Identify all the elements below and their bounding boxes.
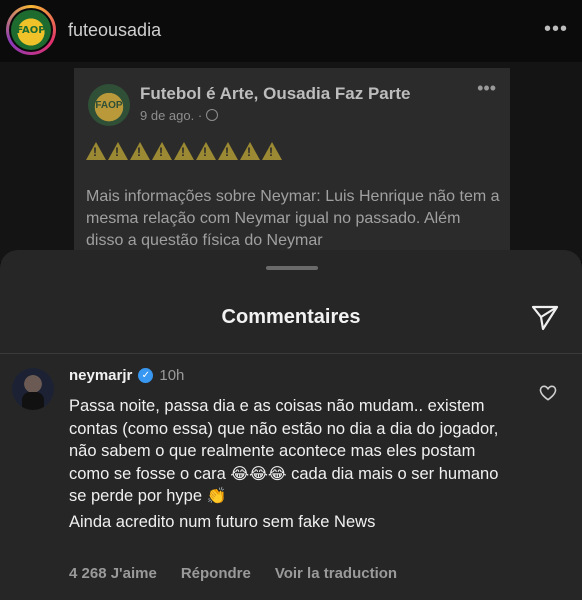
laughing-emoji-icon: 😂😂😂 bbox=[230, 463, 287, 483]
sheet-title: Commentaires bbox=[221, 306, 361, 328]
sheet-divider bbox=[0, 353, 582, 354]
comments-sheet: Commentaires neymarjr ✓ 10h Passa noite,… bbox=[0, 250, 582, 600]
embedded-date: 9 de ago. · bbox=[140, 108, 219, 123]
warning-emoji-icon bbox=[152, 142, 172, 160]
comment-header: neymarjr ✓ 10h bbox=[69, 367, 184, 384]
embedded-title: Futebol é Arte, Ousadia Faz Parte bbox=[140, 84, 411, 103]
warning-emoji-icon bbox=[240, 142, 260, 160]
warning-emoji-icon bbox=[130, 142, 150, 160]
clap-emoji-icon: 👏 bbox=[206, 486, 227, 505]
warning-emoji-icon bbox=[174, 142, 194, 160]
send-icon[interactable] bbox=[530, 302, 560, 332]
warning-emoji-icon bbox=[108, 142, 128, 160]
avatar-logo: FAOP bbox=[11, 10, 51, 50]
comment-paragraph-1: Passa noite, passa dia e as coisas não m… bbox=[69, 397, 499, 505]
comment-body: Passa noite, passa dia e as coisas não m… bbox=[69, 395, 509, 533]
globe-icon bbox=[206, 109, 219, 121]
comment-avatar[interactable] bbox=[12, 368, 54, 410]
warning-emoji-icon bbox=[218, 142, 238, 160]
embedded-logo: FAOP bbox=[88, 84, 130, 126]
embedded-text: Mais informações sobre Neymar: Luis Henr… bbox=[86, 188, 500, 249]
comment-username[interactable]: neymarjr bbox=[69, 367, 132, 384]
reply-button[interactable]: Répondre bbox=[181, 565, 251, 582]
warning-emoji-icon bbox=[86, 142, 106, 160]
embedded-more-icon: ••• bbox=[477, 78, 496, 98]
embedded-post-image: FAOP Futebol é Arte, Ousadia Faz Parte 9… bbox=[74, 68, 510, 268]
comment-paragraph-2: Ainda acredito num futuro sem fake News bbox=[69, 512, 376, 531]
warning-emoji-icon bbox=[196, 142, 216, 160]
translate-button[interactable]: Voir la traduction bbox=[275, 565, 397, 582]
profile-avatar[interactable]: FAOP bbox=[6, 5, 56, 55]
warning-emoji-icon bbox=[262, 142, 282, 160]
post-header: FAOP futeousadia ••• bbox=[0, 0, 582, 62]
sheet-grabber[interactable] bbox=[266, 266, 318, 270]
warning-emoji-row bbox=[86, 142, 282, 160]
comment-time: 10h bbox=[159, 367, 185, 384]
heart-icon[interactable] bbox=[539, 385, 557, 401]
post-username[interactable]: futeousadia bbox=[68, 20, 161, 41]
comment-actions: 4 268 J'aime Répondre Voir la traduction bbox=[69, 565, 397, 582]
likes-count[interactable]: 4 268 J'aime bbox=[69, 565, 157, 582]
verified-badge-icon: ✓ bbox=[138, 368, 154, 383]
more-horizontal-icon[interactable]: ••• bbox=[544, 18, 568, 41]
